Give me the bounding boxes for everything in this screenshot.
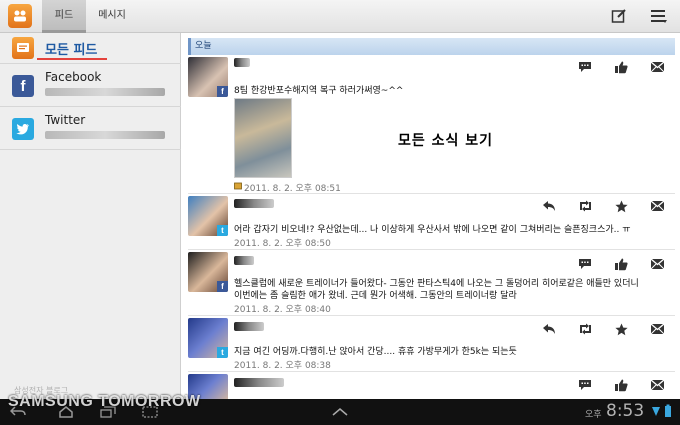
share-button[interactable] (639, 256, 675, 272)
reply-button[interactable] (531, 321, 567, 337)
feed-post[interactable]: t 지금 여긴 어딩까.다행히.난 앉아서 간당.... 휴휴 가방무게가 한5… (188, 316, 675, 372)
reply-icon (543, 324, 555, 334)
menu-icon (651, 10, 667, 23)
share-icon (650, 258, 664, 270)
post-photo[interactable] (234, 98, 292, 178)
post-actions (567, 377, 675, 393)
sidebar-item-label: Twitter (45, 113, 86, 127)
post-actions (531, 198, 675, 214)
twitter-badge-icon: t (217, 225, 228, 236)
reply-icon (543, 201, 555, 211)
facebook-icon: f (12, 75, 34, 97)
retweet-icon (579, 200, 591, 212)
account-name-blurred (45, 88, 165, 96)
sidebar: 모든 피드 f Facebook Twitter (0, 33, 181, 399)
sidebar-item-label: 모든 피드 (45, 43, 98, 58)
post-time: 2011. 8. 2. 오후 08:38 (234, 361, 331, 371)
share-icon (650, 61, 664, 73)
feed-icon (12, 37, 34, 59)
avatar[interactable]: t (188, 196, 228, 236)
mini-apps-tray-button[interactable] (330, 405, 350, 419)
feed-list[interactable]: 오늘 f 8팀 한강반포수해지역 복구 하러가써영~^^ 모든 소식 보기 20… (181, 33, 680, 401)
favorite-button[interactable] (603, 321, 639, 337)
like-icon (615, 258, 628, 270)
author-name-blurred (234, 322, 264, 331)
avatar[interactable]: f (188, 252, 228, 292)
like-button[interactable] (603, 59, 639, 75)
star-icon (614, 200, 628, 212)
retweet-icon (579, 323, 591, 335)
post-text-line2: 이번에는 좀 슬림한 애가 왔네. 근데 뭔가 어색해. 그동안의 트레이너랑 … (234, 291, 517, 301)
share-button[interactable] (639, 59, 675, 75)
photo-attachment-icon (234, 182, 242, 190)
share-icon (650, 200, 664, 212)
chevron-up-icon (332, 408, 348, 416)
post-text: 지금 여긴 어딩까.다행히.난 앉아서 간당.... 휴휴 가방무게가 한5k는… (234, 347, 517, 357)
share-button[interactable] (639, 321, 675, 337)
like-button[interactable] (603, 256, 639, 272)
share-icon (650, 379, 664, 391)
avatar[interactable]: f (188, 57, 228, 97)
share-button[interactable] (639, 377, 675, 393)
favorite-button[interactable] (603, 198, 639, 214)
twitter-badge-icon: t (217, 347, 228, 358)
menu-button[interactable] (648, 6, 670, 26)
author-name-blurred (234, 378, 284, 387)
tab-feed[interactable]: 피드 (42, 0, 86, 33)
annotation-text: 모든 소식 보기 (398, 133, 494, 149)
post-actions (567, 59, 675, 75)
star-icon (614, 323, 628, 335)
watermark: SAMSUNG TOMORROW (8, 393, 201, 410)
clock-ampm: 오후 (585, 410, 602, 420)
post-text: 어라 갑자기 비오네!? 우산없는데... 나 이상하게 우산사서 밖에 나오면… (234, 225, 631, 235)
feed-post[interactable]: f 8팀 한강반포수해지역 복구 하러가써영~^^ 모든 소식 보기 2011.… (188, 55, 675, 194)
day-header: 오늘 (188, 38, 675, 55)
post-time: 2011. 8. 2. 오후 08:51 (244, 184, 341, 194)
post-time: 2011. 8. 2. 오후 08:50 (234, 239, 331, 249)
author-name-blurred (234, 58, 250, 67)
twitter-icon (12, 118, 34, 140)
sidebar-item-facebook[interactable]: f Facebook (0, 64, 181, 107)
feed-post[interactable]: t 어라 갑자기 비오네!? 우산없는데... 나 이상하게 우산사서 밖에 나… (188, 194, 675, 250)
post-time: 2011. 8. 2. 오후 08:40 (234, 305, 331, 315)
sidebar-item-all-feeds[interactable]: 모든 피드 (0, 33, 181, 64)
avatar[interactable]: t (188, 318, 228, 358)
comment-button[interactable] (567, 377, 603, 393)
author-name-blurred (234, 199, 274, 208)
comment-button[interactable] (567, 256, 603, 272)
facebook-badge-icon: f (217, 86, 228, 97)
post-actions (567, 256, 675, 272)
wifi-battery-icon (652, 404, 671, 417)
like-icon (615, 61, 628, 73)
tab-messages[interactable]: 메시지 (90, 0, 134, 33)
retweet-button[interactable] (567, 198, 603, 214)
top-action-bar: 피드 메시지 (0, 0, 680, 33)
account-name-blurred (45, 131, 165, 139)
social-hub-app-icon[interactable] (8, 4, 32, 28)
sidebar-item-label: Facebook (45, 70, 102, 84)
comment-icon (579, 380, 591, 390)
status-clock[interactable]: 8:53 (606, 401, 644, 421)
comment-icon (579, 62, 591, 72)
post-actions (531, 321, 675, 337)
comment-button[interactable] (567, 59, 603, 75)
share-button[interactable] (639, 198, 675, 214)
sidebar-item-twitter[interactable]: Twitter (0, 107, 181, 150)
author-name-blurred (234, 256, 254, 265)
reply-button[interactable] (531, 198, 567, 214)
feed-post[interactable] (188, 372, 675, 401)
selected-underline (37, 58, 107, 60)
facebook-badge-icon: f (217, 281, 228, 292)
share-icon (650, 323, 664, 335)
compose-button[interactable] (608, 6, 630, 26)
status-icons[interactable] (650, 404, 676, 418)
comment-icon (579, 259, 591, 269)
compose-icon (611, 9, 626, 23)
retweet-button[interactable] (567, 321, 603, 337)
like-icon (615, 379, 628, 391)
post-text: 8팀 한강반포수해지역 복구 하러가써영~^^ (234, 86, 404, 96)
feed-post[interactable]: f 헬스클럽에 새로운 트레이너가 들어왔다- 그동안 판타스틱4에 나오는 그… (188, 250, 675, 316)
like-button[interactable] (603, 377, 639, 393)
